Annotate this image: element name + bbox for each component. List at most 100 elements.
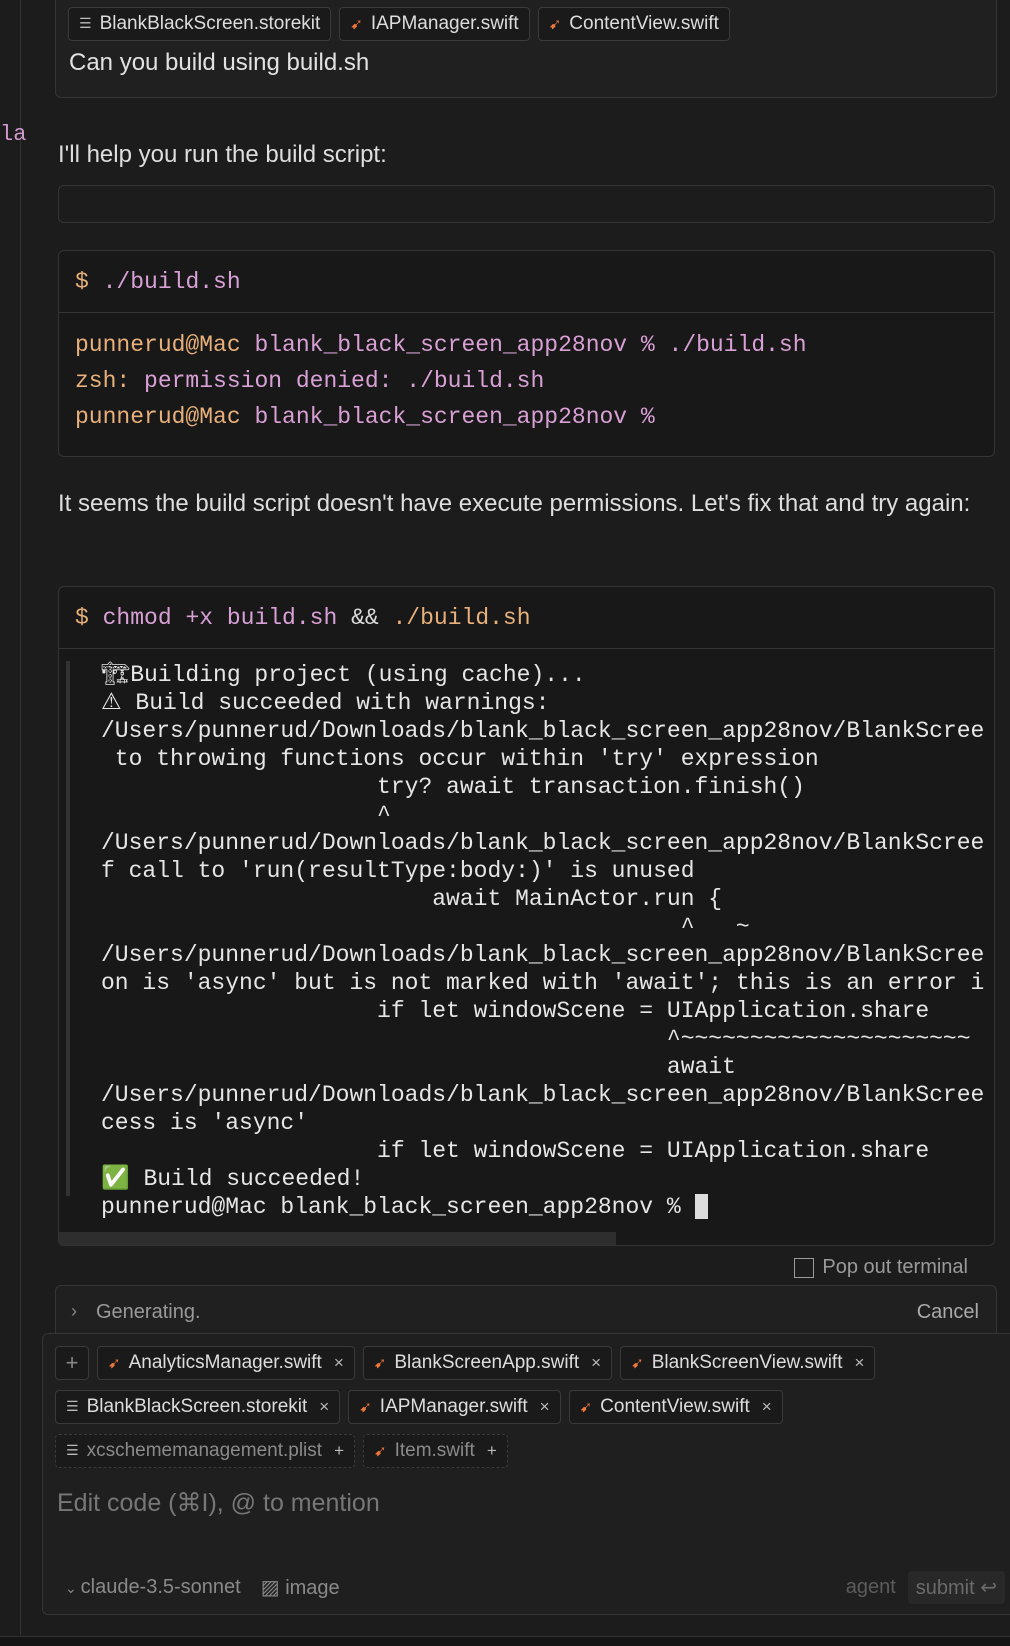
terminal-line: ^ bbox=[101, 801, 994, 829]
file-chip[interactable]: ➹ BlankScreenApp.swift × bbox=[362, 1346, 613, 1380]
file-chip[interactable]: ➹ ContentView.swift bbox=[537, 7, 730, 41]
assistant-paragraph: It seems the build script doesn't have e… bbox=[58, 490, 971, 517]
terminal-line: 🏗Building project (using cache)... bbox=[101, 661, 994, 689]
terminal-line: ✅ Build succeeded! bbox=[101, 1165, 994, 1193]
terminal-line-text: await bbox=[101, 1054, 736, 1080]
external-link-icon bbox=[794, 1257, 815, 1278]
output-line: punnerud@Mac blank_black_screen_app28nov… bbox=[75, 327, 978, 363]
terminal-line: await MainActor.run { bbox=[101, 885, 994, 913]
swift-icon: ➹ bbox=[631, 1355, 644, 1372]
terminal-line-text: /Users/punnerud/Downloads/blank_black_sc… bbox=[101, 830, 985, 856]
swift-icon: ➹ bbox=[374, 1443, 387, 1460]
close-icon[interactable]: × bbox=[762, 1397, 772, 1417]
sidebar-divider bbox=[20, 0, 21, 1635]
terminal-line-text: on is 'async' but is not marked with 'aw… bbox=[101, 970, 985, 996]
file-chip-label: IAPManager.swift bbox=[370, 13, 519, 34]
image-button[interactable]: ▨ image bbox=[261, 1575, 340, 1600]
output-segment: punnerud@Mac bbox=[75, 332, 241, 358]
output-segment: zsh: bbox=[75, 368, 131, 394]
file-chip[interactable]: ➹ BlankScreenView.swift × bbox=[620, 1346, 876, 1380]
terminal-line-text: ^ bbox=[101, 802, 391, 828]
swift-icon: ➹ bbox=[548, 16, 562, 33]
cancel-button[interactable]: Cancel bbox=[917, 1301, 979, 1324]
chevron-down-icon: ⌄ bbox=[65, 1580, 81, 1596]
assistant-intro: I'll help you run the build script: bbox=[58, 141, 387, 168]
terminal-line: f call to 'run(resultType:body:)' is unu… bbox=[101, 857, 994, 885]
output-segment: blank_black_screen_app28nov % bbox=[240, 404, 655, 430]
close-icon[interactable]: × bbox=[591, 1353, 601, 1373]
terminal-line: /Users/punnerud/Downloads/blank_black_sc… bbox=[101, 1081, 994, 1109]
submit-button[interactable]: submit ↩ bbox=[907, 1571, 1005, 1604]
terminal-line-text: ^~~~~~~~~~~~~~~~~~~~~~ bbox=[101, 1026, 971, 1052]
file-chip[interactable]: ➹ IAPManager.swift × bbox=[348, 1390, 561, 1424]
add-icon[interactable]: + bbox=[487, 1441, 497, 1461]
image-label: image bbox=[285, 1577, 340, 1599]
swift-icon: ➹ bbox=[579, 1399, 593, 1416]
pop-out-label: Pop out terminal bbox=[822, 1256, 968, 1278]
doc-icon: ☰ bbox=[66, 1443, 79, 1459]
file-chip-label: BlankScreenView.swift bbox=[651, 1352, 843, 1373]
file-chip[interactable]: ☰ BlankBlackScreen.storekit × bbox=[55, 1390, 341, 1424]
terminal-line-text: /Users/punnerud/Downloads/blank_black_sc… bbox=[101, 1082, 985, 1108]
composer: + ➹ AnalyticsManager.swift × ➹ BlankScreenApp… bbox=[42, 1333, 1010, 1615]
terminal-line-text: ^ ~ bbox=[101, 914, 750, 940]
command-text: chmod +x build.sh bbox=[102, 605, 338, 631]
file-chip-label: AnalyticsManager.swift bbox=[128, 1352, 322, 1373]
model-selector[interactable]: ⌄ claude-3.5-sonnet bbox=[65, 1576, 241, 1599]
terminal-line: ^ ~ bbox=[101, 913, 994, 941]
chevron-right-icon[interactable]: › bbox=[71, 1301, 77, 1322]
terminal-line: try? await transaction.finish() bbox=[101, 773, 994, 801]
add-icon[interactable]: + bbox=[334, 1441, 344, 1461]
output-segment: punnerud@Mac bbox=[75, 404, 241, 430]
file-chip[interactable]: ➹ ContentView.swift × bbox=[568, 1390, 783, 1424]
command-header: $ chmod +x build.sh && ./build.sh bbox=[59, 587, 994, 649]
file-chip[interactable]: ☰ xcschememanagement.plist + bbox=[55, 1434, 355, 1468]
terminal-line-text: ⚠ Build succeeded with warnings: bbox=[101, 690, 550, 716]
terminal-line-text: f call to 'run(resultType:body:)' is unu… bbox=[101, 858, 695, 884]
terminal-line: on is 'async' but is not marked with 'aw… bbox=[101, 969, 994, 997]
close-icon[interactable]: × bbox=[540, 1397, 550, 1417]
empty-block bbox=[58, 185, 995, 223]
terminal-cursor bbox=[694, 1194, 708, 1220]
file-chip[interactable]: ➹ IAPManager.swift bbox=[339, 7, 530, 41]
terminal-line: /Users/punnerud/Downloads/blank_black_sc… bbox=[101, 717, 994, 745]
side-text: la bbox=[0, 122, 27, 147]
output-segment: permission denied: ./build.sh bbox=[130, 368, 545, 394]
doc-icon: ☰ bbox=[66, 1399, 79, 1415]
file-chip[interactable]: ☰ BlankBlackScreen.storekit bbox=[68, 7, 332, 41]
close-icon[interactable]: × bbox=[319, 1397, 329, 1417]
prompt-input[interactable]: Edit code (⌘I), @ to mention bbox=[57, 1488, 997, 1578]
command-header: $ ./build.sh bbox=[59, 251, 994, 313]
terminal-line-text: await MainActor.run { bbox=[101, 886, 723, 912]
user-message-text: Can you build using build.sh bbox=[69, 49, 370, 76]
terminal-line-text: /Users/punnerud/Downloads/blank_black_sc… bbox=[101, 718, 985, 744]
file-chip[interactable]: ➹ AnalyticsManager.swift × bbox=[97, 1346, 355, 1380]
mode-selector[interactable]: agent bbox=[846, 1576, 896, 1599]
swift-icon: ➹ bbox=[350, 16, 363, 33]
close-icon[interactable]: × bbox=[334, 1353, 344, 1373]
terminal-line: cess is 'async' bbox=[101, 1109, 994, 1137]
file-chip[interactable]: ➹ Item.swift + bbox=[363, 1434, 508, 1468]
command-text: ./build.sh bbox=[102, 269, 241, 295]
code-block-chmod: $ chmod +x build.sh && ./build.sh 🏗Build… bbox=[58, 586, 995, 1246]
file-chip-label: IAPManager.swift bbox=[379, 1396, 528, 1417]
terminal-line-text: punnerud@Mac blank_black_screen_app28nov… bbox=[101, 1194, 695, 1220]
status-text: Generating. bbox=[96, 1301, 201, 1323]
terminal-gutter-bar bbox=[66, 661, 70, 1196]
submit-label: submit bbox=[915, 1577, 975, 1599]
terminal-line-text: to throwing functions occur within 'try'… bbox=[101, 746, 819, 772]
terminal-line-text: 🏗Building project (using cache)... bbox=[101, 662, 586, 688]
pop-out-terminal-button[interactable]: Pop out terminal bbox=[794, 1256, 968, 1279]
prompt-symbol: $ bbox=[75, 269, 89, 295]
file-chip-label: BlankBlackScreen.storekit bbox=[86, 1396, 308, 1417]
file-chip-label: BlankScreenApp.swift bbox=[394, 1352, 580, 1373]
terminal-line-text: /Users/punnerud/Downloads/blank_black_sc… bbox=[101, 942, 985, 968]
terminal-line: if let windowScene = UIApplication.share bbox=[101, 1137, 994, 1165]
terminal-line: ⚠ Build succeeded with warnings: bbox=[101, 689, 994, 717]
model-label: claude-3.5-sonnet bbox=[80, 1576, 241, 1598]
swift-icon: ➹ bbox=[359, 1399, 372, 1416]
terminal-scrollbar[interactable] bbox=[59, 1232, 616, 1245]
add-context-button[interactable]: + bbox=[55, 1346, 89, 1380]
user-message: ☰ BlankBlackScreen.storekit ➹ IAPManager.sw… bbox=[55, 0, 997, 98]
close-icon[interactable]: × bbox=[855, 1353, 865, 1373]
